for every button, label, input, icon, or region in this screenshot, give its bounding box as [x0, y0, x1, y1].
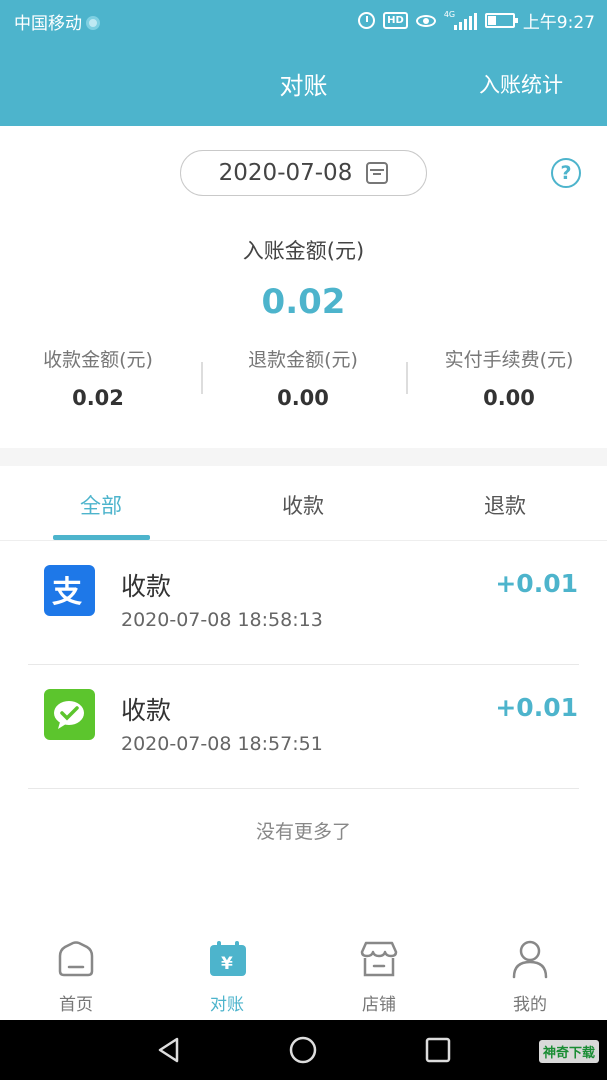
- home-icon: [58, 941, 94, 977]
- tab-collections[interactable]: 收款: [202, 490, 404, 520]
- reconcile-icon: ¥: [210, 941, 246, 976]
- system-navigation-bar: [0, 1020, 607, 1080]
- stat-fee: 实付手续费(元) 0.00: [408, 345, 607, 410]
- battery-icon: [484, 13, 518, 28]
- stat-value: 0.00: [483, 386, 535, 410]
- tab-all[interactable]: 全部: [0, 490, 202, 520]
- transaction-amount: +0.01: [495, 693, 578, 722]
- status-icons: HD 4G 上午9:27: [358, 8, 595, 33]
- carrier-badge-icon: [86, 16, 100, 30]
- app-header: 中国移动 HD 4G 上午9:27 对账 入账统计: [0, 0, 607, 126]
- filter-tabs: 全部 收款 退款: [0, 466, 607, 541]
- store-icon: [360, 941, 398, 977]
- active-tab-indicator: [53, 535, 150, 540]
- list-item[interactable]: 收款 2020-07-08 18:57:51 +0.01: [0, 665, 607, 789]
- date-picker-button[interactable]: 2020-07-08: [180, 150, 427, 196]
- selected-date: 2020-07-08: [218, 160, 353, 186]
- transaction-title: 收款: [121, 572, 172, 601]
- transaction-time: 2020-07-08 18:57:51: [121, 733, 323, 755]
- transaction-title: 收款: [121, 696, 172, 725]
- transaction-amount: +0.01: [495, 569, 578, 598]
- stat-refund: 退款金额(元) 0.00: [202, 345, 404, 410]
- clock: 上午9:27: [522, 13, 595, 33]
- carrier: 中国移动: [14, 9, 100, 34]
- signal-icon: 4G: [443, 9, 477, 30]
- stat-value: 0.02: [72, 386, 124, 410]
- nav-label: 我的: [513, 995, 547, 1015]
- list-item[interactable]: 支 收款 2020-07-08 18:58:13 +0.01: [0, 541, 607, 665]
- network-type: 4G: [443, 9, 456, 19]
- bottom-nav: 首页 ¥ 对账 店铺 我的: [0, 930, 607, 1020]
- svg-text:¥: ¥: [221, 954, 233, 974]
- recent-apps-icon[interactable]: [425, 1037, 451, 1063]
- alarm-icon: [358, 12, 376, 29]
- stat-collected: 收款金额(元) 0.02: [0, 345, 199, 410]
- nav-profile[interactable]: 我的: [455, 930, 605, 1020]
- divider: [28, 788, 579, 789]
- alipay-icon: 支: [44, 565, 95, 616]
- home-circle-icon[interactable]: [289, 1036, 317, 1064]
- carrier-label: 中国移动: [14, 14, 82, 34]
- nav-store[interactable]: 店铺: [304, 930, 454, 1020]
- status-bar: 中国移动 HD 4G 上午9:27: [0, 0, 607, 42]
- income-value: 0.02: [261, 282, 346, 322]
- nav-label: 首页: [59, 995, 93, 1015]
- stat-value: 0.00: [277, 386, 329, 410]
- nav-label: 对账: [210, 995, 244, 1015]
- income-label: 入账金额(元): [242, 239, 365, 263]
- eye-comfort-icon: [415, 14, 436, 27]
- back-icon[interactable]: [155, 1036, 183, 1064]
- nav-reconcile[interactable]: ¥ 对账: [152, 930, 302, 1020]
- stat-label: 收款金额(元): [43, 349, 153, 371]
- nav-label: 店铺: [362, 995, 396, 1015]
- end-of-list-text: 没有更多了: [255, 821, 351, 843]
- stat-label: 实付手续费(元): [444, 349, 574, 371]
- watermark: 神奇下载: [538, 1040, 599, 1063]
- stat-label: 退款金额(元): [248, 349, 358, 371]
- hd-icon: HD: [383, 12, 408, 29]
- income-stats-link[interactable]: 入账统计: [479, 69, 563, 99]
- calendar-icon: [366, 162, 389, 184]
- transaction-time: 2020-07-08 18:58:13: [121, 609, 323, 631]
- svg-text:支: 支: [52, 575, 82, 610]
- section-gap: [0, 448, 607, 466]
- nav-home[interactable]: 首页: [1, 930, 151, 1020]
- help-icon[interactable]: ?: [551, 158, 581, 188]
- tab-refunds[interactable]: 退款: [404, 490, 606, 520]
- wechat-pay-icon: [44, 689, 95, 740]
- profile-icon: [512, 940, 548, 979]
